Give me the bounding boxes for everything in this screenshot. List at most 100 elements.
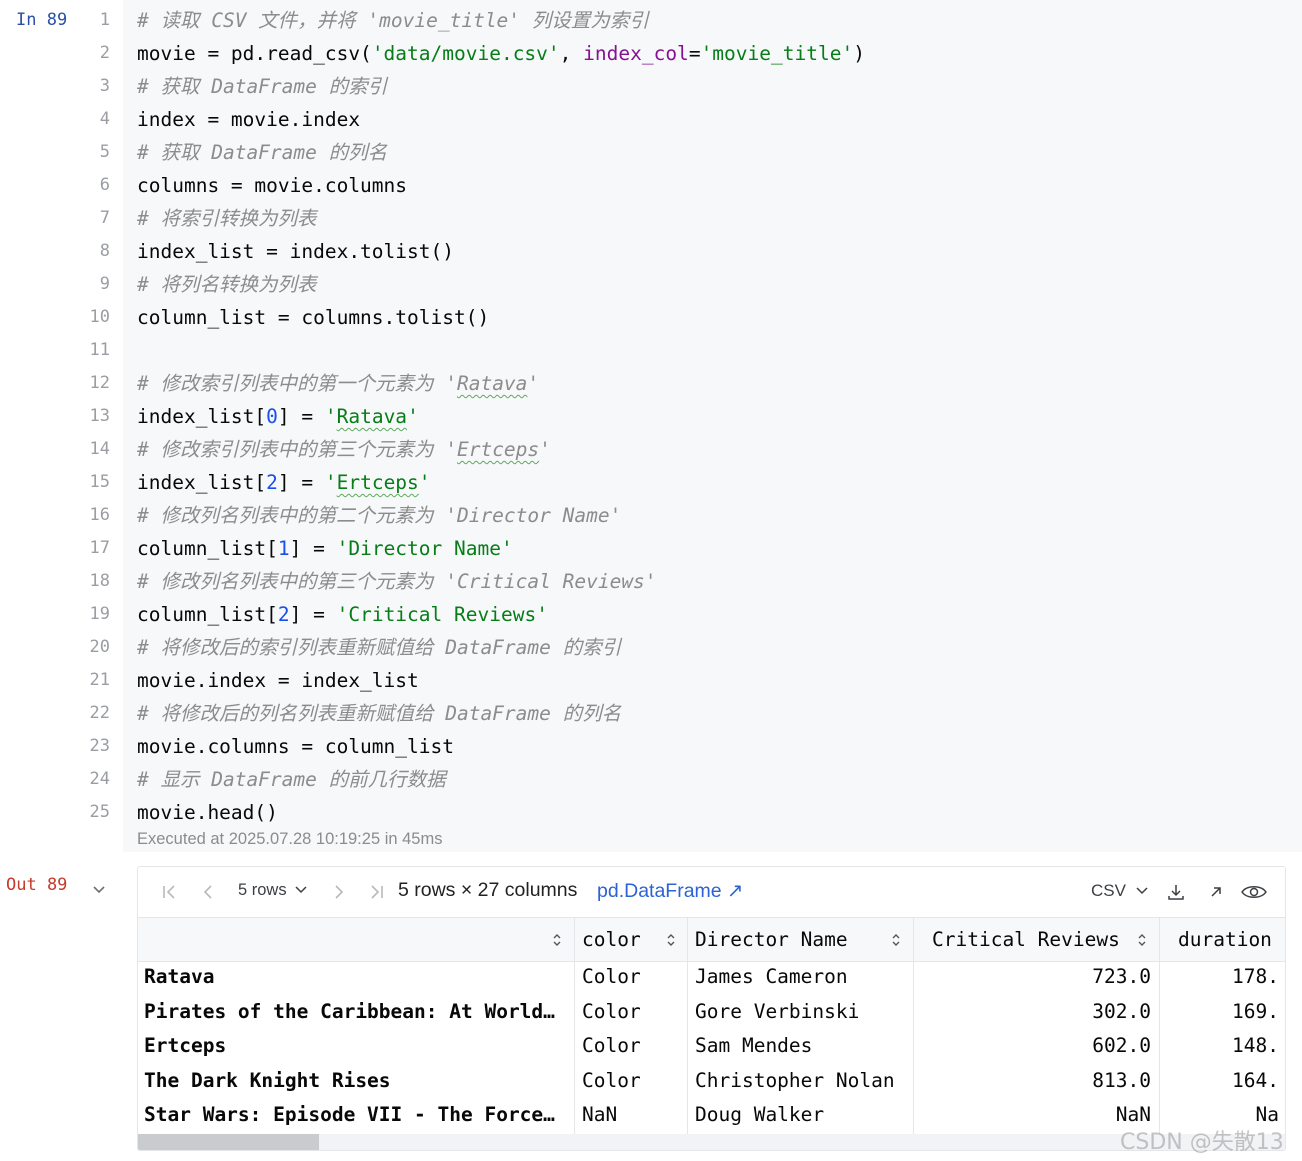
horizontal-scrollbar[interactable] <box>138 1134 1285 1150</box>
line-number: 3 <box>99 76 110 96</box>
dataframe-type-link[interactable]: pd.DataFrame ↗ <box>597 879 743 903</box>
code-line[interactable]: # 修改索引列表中的第一个元素为 'Ratava' <box>137 367 865 400</box>
code-line[interactable]: column_list = columns.tolist() <box>137 301 865 334</box>
code-line[interactable]: movie.head() <box>137 796 865 829</box>
rows-per-page-dropdown[interactable]: 5 rows <box>238 881 308 900</box>
rows-per-page-value: 5 rows <box>238 881 287 899</box>
code-token: ) <box>853 42 865 65</box>
code-token: # 将列名转换为列表 <box>137 273 317 296</box>
output-prompt: Out 89 <box>6 875 68 895</box>
line-number: 5 <box>99 142 110 162</box>
code-line[interactable]: movie.columns = column_list <box>137 730 865 763</box>
chevron-down-icon <box>1136 887 1148 895</box>
code-token: index_list = index.tolist() <box>137 240 454 263</box>
previous-page-icon[interactable] <box>198 882 218 902</box>
code-token: index_col <box>583 42 689 65</box>
code-token: index_list[ <box>137 471 267 494</box>
code-line[interactable]: index_list[0] = 'Ratava' <box>137 400 865 433</box>
execution-status: Executed at 2025.07.28 10:19:25 in 45ms <box>137 830 443 848</box>
line-number: 22 <box>89 703 110 723</box>
column-header-duration[interactable]: duration <box>1178 918 1272 961</box>
code-token: 'data/movie.csv' <box>371 42 560 65</box>
table-cell: Gore Verbinski <box>695 999 860 1023</box>
table-cell: Color <box>582 1068 641 1092</box>
line-number: 23 <box>89 736 110 756</box>
table-row[interactable]: Ertceps Color Sam Mendes 602.0 148. <box>138 1029 1285 1064</box>
code-token: # 将修改后的索引列表重新赋值给 DataFrame 的索引 <box>137 636 622 659</box>
last-page-icon[interactable] <box>367 882 387 902</box>
eye-icon[interactable] <box>1240 882 1268 902</box>
column-header-color[interactable]: color <box>582 918 641 961</box>
table-cell: NaN <box>1115 1103 1151 1126</box>
code-line[interactable]: # 修改列名列表中的第二个元素为 'Director Name' <box>137 499 865 532</box>
line-number: 2 <box>99 43 110 63</box>
code-line[interactable]: movie.index = index_list <box>137 664 865 697</box>
open-in-new-tab-icon[interactable] <box>1206 882 1226 902</box>
table-cell: Doug Walker <box>695 1103 825 1126</box>
first-page-icon[interactable] <box>159 882 179 902</box>
code-token: # 修改列名列表中的第二个元素为 'Director Name' <box>137 504 622 527</box>
line-number: 1 <box>99 10 110 30</box>
code-token: 2 <box>266 471 278 494</box>
code-line[interactable]: # 获取 DataFrame 的索引 <box>137 70 865 103</box>
code-line[interactable]: # 修改索引列表中的第三个元素为 'Ertceps' <box>137 433 865 466</box>
code-line[interactable]: index_list[2] = 'Ertceps' <box>137 466 865 499</box>
code-line[interactable]: # 将修改后的列名列表重新赋值给 DataFrame 的列名 <box>137 697 865 730</box>
code-line[interactable]: column_list[1] = 'Director Name' <box>137 532 865 565</box>
code-line[interactable]: column_list[2] = 'Critical Reviews' <box>137 598 865 631</box>
table-row[interactable]: The Dark Knight Rises Color Christopher No… <box>138 1064 1285 1099</box>
code-line[interactable]: movie = pd.read_csv('data/movie.csv', in… <box>137 37 865 70</box>
collapse-output-chevron-icon[interactable] <box>90 880 108 898</box>
code-line[interactable] <box>137 334 865 367</box>
code-line[interactable]: # 将列名转换为列表 <box>137 268 865 301</box>
column-header-director-name[interactable]: Director Name <box>695 918 848 961</box>
code-token: # 显示 DataFrame 的前几行数据 <box>137 768 446 791</box>
code-token: column_list[ <box>137 537 278 560</box>
code-token: ] = <box>289 537 337 560</box>
code-token: ' <box>407 405 419 428</box>
line-number: 7 <box>99 208 110 228</box>
sort-critical-reviews-icon[interactable] <box>1137 933 1147 947</box>
code-token: ' <box>324 471 337 494</box>
code-token: index = movie.index <box>137 108 361 131</box>
code-token: 'Critical Reviews' <box>336 603 548 626</box>
sort-color-icon[interactable] <box>666 933 676 947</box>
chevron-down-icon <box>295 886 307 894</box>
table-row[interactable]: Star Wars: Episode VII - The Force… NaN Do… <box>138 1098 1285 1133</box>
code-token: # 将修改后的列名列表重新赋值给 DataFrame 的列名 <box>137 702 622 725</box>
code-line[interactable]: columns = movie.columns <box>137 169 865 202</box>
scrollbar-thumb[interactable] <box>138 1134 319 1150</box>
code-line[interactable]: # 修改列名列表中的第三个元素为 'Critical Reviews' <box>137 565 865 598</box>
code-line[interactable]: # 显示 DataFrame 的前几行数据 <box>137 763 865 796</box>
code-token: 1 <box>277 537 290 560</box>
table-cell: 164. <box>1232 1068 1279 1092</box>
code-line[interactable]: index_list = index.tolist() <box>137 235 865 268</box>
table-cell: NaN <box>582 1103 618 1126</box>
code-token: # 读取 CSV 文件，并将 'movie_title' 列设置为索引 <box>137 9 649 32</box>
code-token: ' <box>527 372 540 395</box>
next-page-icon[interactable] <box>329 882 349 902</box>
code-token: index_list[ <box>137 405 267 428</box>
sort-index-icon[interactable] <box>552 933 562 947</box>
code-line[interactable]: # 获取 DataFrame 的列名 <box>137 136 865 169</box>
export-format-dropdown[interactable]: CSV <box>1091 881 1149 901</box>
code-lines[interactable]: # 读取 CSV 文件，并将 'movie_title' 列设置为索引 movie… <box>137 4 865 829</box>
line-number: 4 <box>99 109 110 129</box>
code-token: 0 <box>266 405 278 428</box>
download-icon[interactable] <box>1166 882 1186 902</box>
code-line[interactable]: # 将修改后的索引列表重新赋值给 DataFrame 的索引 <box>137 631 865 664</box>
table-row[interactable]: Ratava Color James Cameron 723.0 178. <box>138 960 1285 995</box>
code-token: column_list[ <box>137 603 278 626</box>
code-line[interactable]: index = movie.index <box>137 103 865 136</box>
line-number: 17 <box>89 538 110 558</box>
watermark: CSDN @失散13 <box>1120 1130 1284 1155</box>
table-row[interactable]: Pirates of the Caribbean: At World… Color… <box>138 995 1285 1030</box>
code-line[interactable]: # 将索引转换为列表 <box>137 202 865 235</box>
line-number: 11 <box>89 340 110 360</box>
table-cell: 302.0 <box>1092 999 1151 1023</box>
sort-director-name-icon[interactable] <box>891 933 901 947</box>
code-token: movie.columns = column_list <box>137 735 454 758</box>
line-number: 19 <box>89 604 110 624</box>
column-header-critical-reviews[interactable]: Critical Reviews <box>932 918 1120 961</box>
code-line[interactable]: # 读取 CSV 文件，并将 'movie_title' 列设置为索引 <box>137 4 865 37</box>
